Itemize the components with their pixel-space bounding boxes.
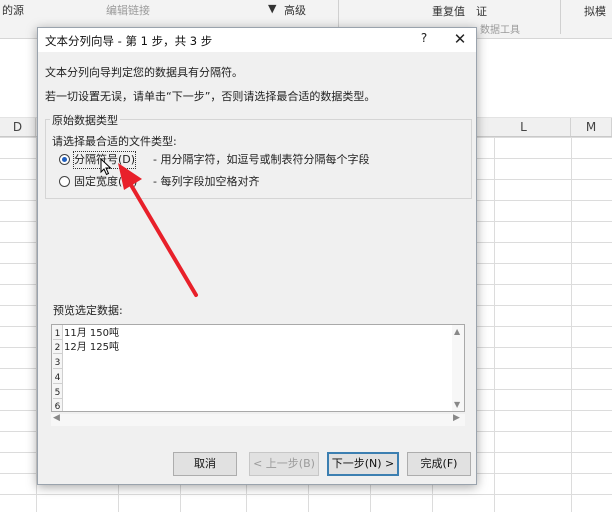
radio-delimited-description: - 用分隔字符，如逗号或制表符分隔每个字段 [153,153,370,166]
dialog-title: 文本分列向导 - 第 1 步，共 3 步 [45,34,213,48]
preview-row-number: 5 [53,388,62,399]
radio-fixed-width-description: - 每列字段加空格对齐 [153,175,260,188]
preview-vertical-scrollbar[interactable]: ▲ ▼ [452,325,464,411]
ribbon-filter-icon: ▼ [268,2,277,15]
grid-line [494,137,495,512]
finish-button[interactable]: 完成(F) [407,452,471,476]
preview-row-numbers: 1 2 3 4 5 6 [52,325,63,412]
scroll-up-icon[interactable]: ▲ [454,327,460,336]
ribbon-item-forecast[interactable]: 拟模 [584,3,606,19]
dialog-titlebar[interactable]: 文本分列向导 - 第 1 步，共 3 步 ? ✕ [38,28,476,52]
ribbon-item-validation[interactable]: 证 [476,3,487,19]
preview-row-number: 4 [53,373,62,384]
grid-line [571,137,572,512]
column-header-m[interactable]: M [571,118,612,136]
radio-fixed-width[interactable]: 固定宽度(W) - 每列字段加空格对齐 [59,174,309,190]
hint-text: 若一切设置无误，请单击“下一步”，否则请选择最合适的数据类型。 [45,90,376,103]
help-button[interactable]: ? [413,31,435,49]
column-header-d[interactable]: D [0,118,36,136]
scroll-right-icon[interactable]: ▶ [453,413,460,423]
scroll-left-icon[interactable]: ◀ [53,413,60,423]
radio-fixed-width-indicator[interactable] [59,176,70,187]
preview-box[interactable]: 1 2 3 4 5 6 11月 150吨 12月 125吨 ▲ ▼ [51,324,465,412]
group-subtitle: 请选择最合适的文件类型: [52,135,177,148]
preview-row-number: 2 [53,343,62,354]
preview-horizontal-scrollbar[interactable]: ◀ ▶ [51,413,465,426]
preview-row-number: 3 [53,358,62,369]
ribbon-item-source[interactable]: 的源 [2,2,24,18]
ribbon-group-data-tools: 数据工具 [480,25,520,36]
scroll-down-icon[interactable]: ▼ [454,400,460,409]
text-import-wizard-dialog: 文本分列向导 - 第 1 步，共 3 步 ? ✕ 文本分列向导判定您的数据具有分… [37,27,477,485]
ribbon-item-advanced[interactable]: 高级 [284,2,306,18]
column-header-l[interactable]: L [477,118,571,136]
close-button[interactable]: ✕ [449,31,471,49]
next-button[interactable]: 下一步(N) > [327,452,399,476]
mouse-pointer-icon [100,158,112,176]
ribbon-item-duplicates[interactable]: 重复值 [432,3,465,19]
preview-line: 11月 150吨 [64,328,119,339]
radio-delimited-indicator[interactable] [59,154,70,165]
preview-row-number: 6 [54,402,61,412]
preview-line: 12月 125吨 [64,342,119,353]
back-button[interactable]: < 上一步(B) [249,452,319,476]
preview-row-number: 1 [53,329,62,340]
group-legend: 原始数据类型 [50,112,120,128]
ribbon-separator [560,0,561,34]
cancel-button[interactable]: 取消 [173,452,237,476]
radio-fixed-width-label[interactable]: 固定宽度(W) [74,174,137,190]
ribbon-item-edit-links[interactable]: 编辑链接 [106,2,150,18]
preview-label: 预览选定数据: [53,304,123,317]
intro-text: 文本分列向导判定您的数据具有分隔符。 [45,66,243,79]
